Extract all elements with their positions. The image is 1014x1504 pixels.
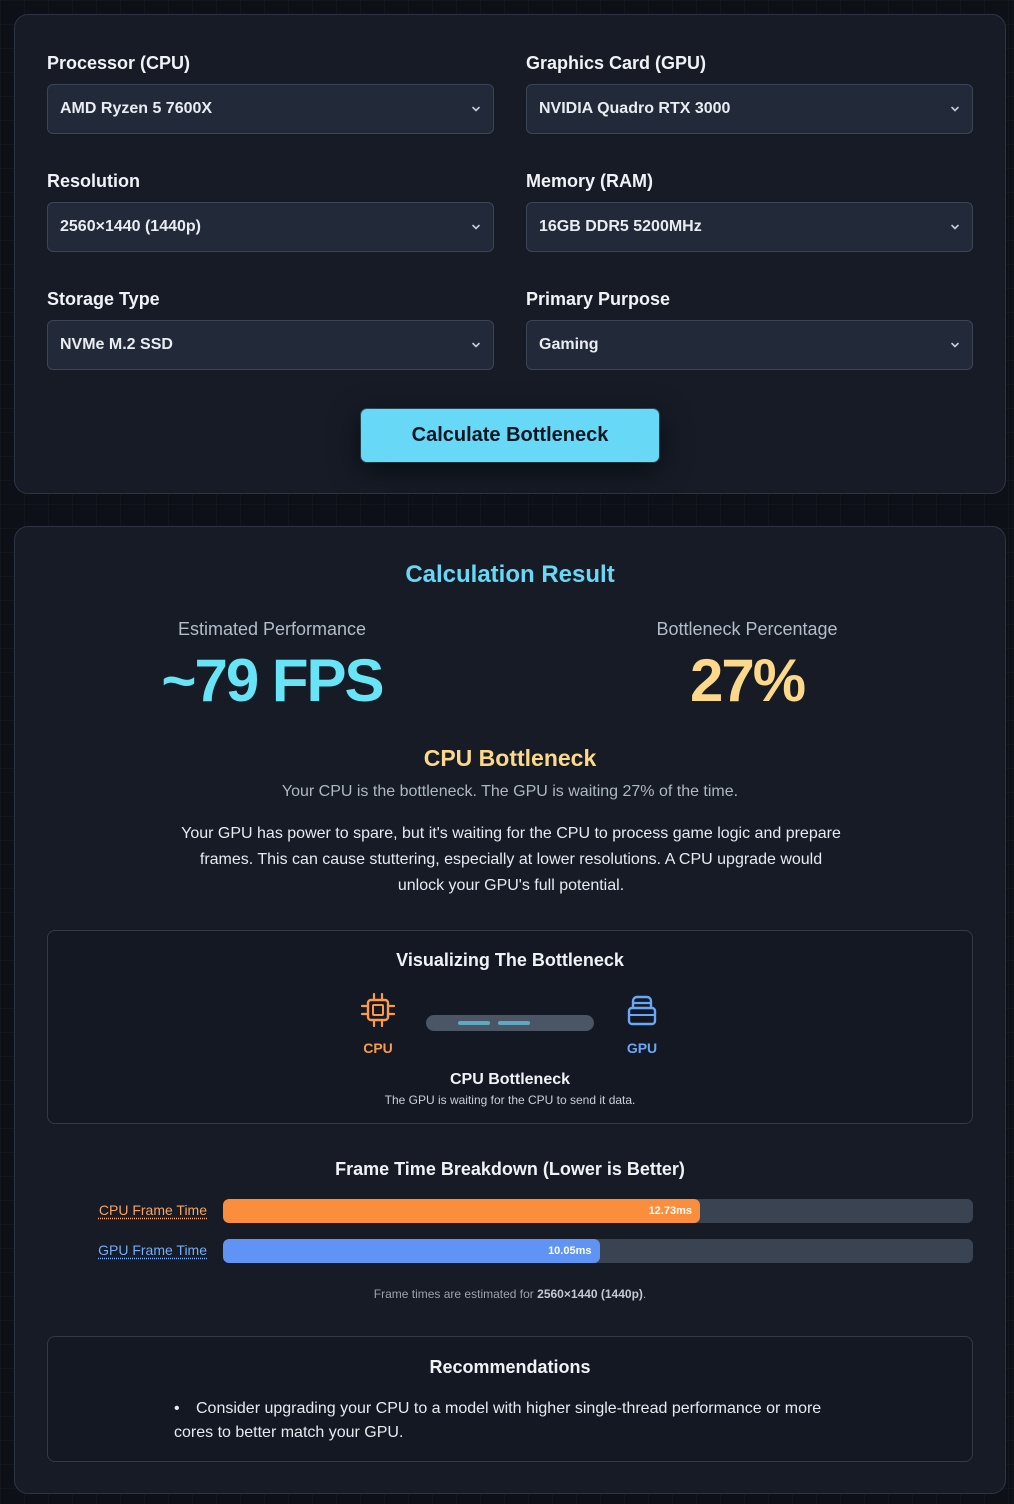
recommendations-panel: Recommendations Consider upgrading your … (47, 1336, 973, 1462)
gpu-node-label: GPU (626, 1040, 658, 1056)
storage-field-label: Storage Type (47, 289, 160, 309)
bottleneck-label: Bottleneck Percentage (656, 619, 838, 639)
chevron-down-icon (472, 106, 480, 112)
result-card: Calculation Result Estimated Performance… (14, 526, 1006, 1494)
frame-time-note: Frame times are estimated for 2560×1440 … (15, 1287, 1005, 1301)
cpu-node: CPU (348, 991, 408, 1056)
visualization-title: Visualizing The Bottleneck (396, 950, 624, 970)
cpu-field: Processor (CPU) AMD Ryzen 5 7600X (47, 51, 494, 134)
result-title: Calculation Result (405, 561, 615, 588)
recommendation-item: Consider upgrading your CPU to a model w… (174, 1397, 854, 1445)
cpu-frame-time-label[interactable]: CPU Frame Time (47, 1202, 207, 1218)
pipe-dash (498, 1021, 530, 1025)
visualization-status: CPU Bottleneck (449, 1071, 571, 1088)
cpu-chip-icon (360, 992, 396, 1028)
resolution-select[interactable]: 2560×1440 (1440p) (47, 202, 494, 252)
gpu-field: Graphics Card (GPU) NVIDIA Quadro RTX 30… (526, 51, 973, 134)
cpu-select[interactable]: AMD Ryzen 5 7600X (47, 84, 494, 134)
gpu-card-icon (627, 995, 657, 1026)
frame-time-note-prefix: Frame times are estimated for (373, 1287, 538, 1301)
recommendations-list: Consider upgrading your CPU to a model w… (174, 1397, 854, 1445)
frame-time-note-suffix: . (642, 1287, 647, 1301)
cpu-select-value: AMD Ryzen 5 7600X (60, 100, 213, 117)
gpu-frame-time-bar: 10.05ms (223, 1239, 600, 1263)
chevron-down-icon (951, 342, 959, 348)
bottleneck-description: Your GPU has power to spare, but it's wa… (181, 825, 841, 894)
hardware-form-card: Processor (CPU) AMD Ryzen 5 7600X Graphi… (14, 14, 1006, 494)
cpu-field-label: Processor (CPU) (47, 53, 191, 73)
data-pipe-bar (426, 1015, 594, 1031)
bottleneck-visualization-panel: Visualizing The Bottleneck CPU GPU CPU B… (47, 930, 973, 1124)
gpu-frame-time-row: GPU Frame Time 10.05ms (47, 1239, 973, 1263)
bottleneck-summary: Your CPU is the bottleneck. The GPU is w… (281, 783, 739, 800)
bottleneck-value: 27% (689, 647, 806, 714)
cpu-frame-time-row: CPU Frame Time 12.73ms (47, 1199, 973, 1223)
performance-label: Estimated Performance (177, 619, 367, 639)
resolution-field: Resolution 2560×1440 (1440p) (47, 169, 494, 252)
gpu-field-label: Graphics Card (GPU) (526, 53, 707, 73)
purpose-field-label: Primary Purpose (526, 289, 671, 309)
storage-select-value: NVMe M.2 SSD (60, 336, 173, 353)
chevron-down-icon (951, 106, 959, 112)
performance-value: ~79 FPS (161, 647, 384, 714)
memory-field: Memory (RAM) 16GB DDR5 5200MHz (526, 169, 973, 252)
storage-select[interactable]: NVMe M.2 SSD (47, 320, 494, 370)
cpu-node-label: CPU (363, 1040, 393, 1056)
memory-field-label: Memory (RAM) (526, 171, 654, 191)
memory-select-value: 16GB DDR5 5200MHz (539, 218, 702, 235)
pipe-dash (458, 1021, 490, 1025)
storage-field: Storage Type NVMe M.2 SSD (47, 287, 494, 370)
bottleneck-type: CPU Bottleneck (423, 745, 597, 771)
bottleneck-stat: Bottleneck Percentage 27% (547, 619, 947, 715)
resolution-field-label: Resolution (47, 171, 140, 191)
calculate-bottleneck-button[interactable]: Calculate Bottleneck (361, 409, 659, 462)
purpose-select-value: Gaming (539, 336, 599, 353)
resolution-select-value: 2560×1440 (1440p) (60, 218, 201, 235)
cpu-frame-time-bar: 12.73ms (223, 1199, 700, 1223)
chevron-down-icon (472, 224, 480, 230)
visualization-substatus: The GPU is waiting for the CPU to send i… (384, 1093, 636, 1107)
purpose-select[interactable]: Gaming (526, 320, 973, 370)
frame-time-note-resolution: 2560×1440 (1440p) (537, 1287, 643, 1301)
gpu-node: GPU (612, 991, 672, 1056)
gpu-frame-time-label[interactable]: GPU Frame Time (47, 1242, 207, 1258)
gpu-select[interactable]: NVIDIA Quadro RTX 3000 (526, 84, 973, 134)
gpu-frame-time-value: 10.05ms (548, 1245, 592, 1257)
cpu-frame-time-value: 12.73ms (648, 1205, 692, 1217)
memory-select[interactable]: 16GB DDR5 5200MHz (526, 202, 973, 252)
performance-stat: Estimated Performance ~79 FPS (72, 619, 472, 715)
frame-time-title: Frame Time Breakdown (Lower is Better) (335, 1159, 685, 1179)
purpose-field: Primary Purpose Gaming (526, 287, 973, 370)
chevron-down-icon (951, 224, 959, 230)
gpu-frame-time-track: 10.05ms (223, 1239, 973, 1263)
gpu-select-value: NVIDIA Quadro RTX 3000 (539, 100, 731, 117)
cpu-frame-time-track: 12.73ms (223, 1199, 973, 1223)
recommendations-title: Recommendations (429, 1357, 591, 1377)
chevron-down-icon (472, 342, 480, 348)
